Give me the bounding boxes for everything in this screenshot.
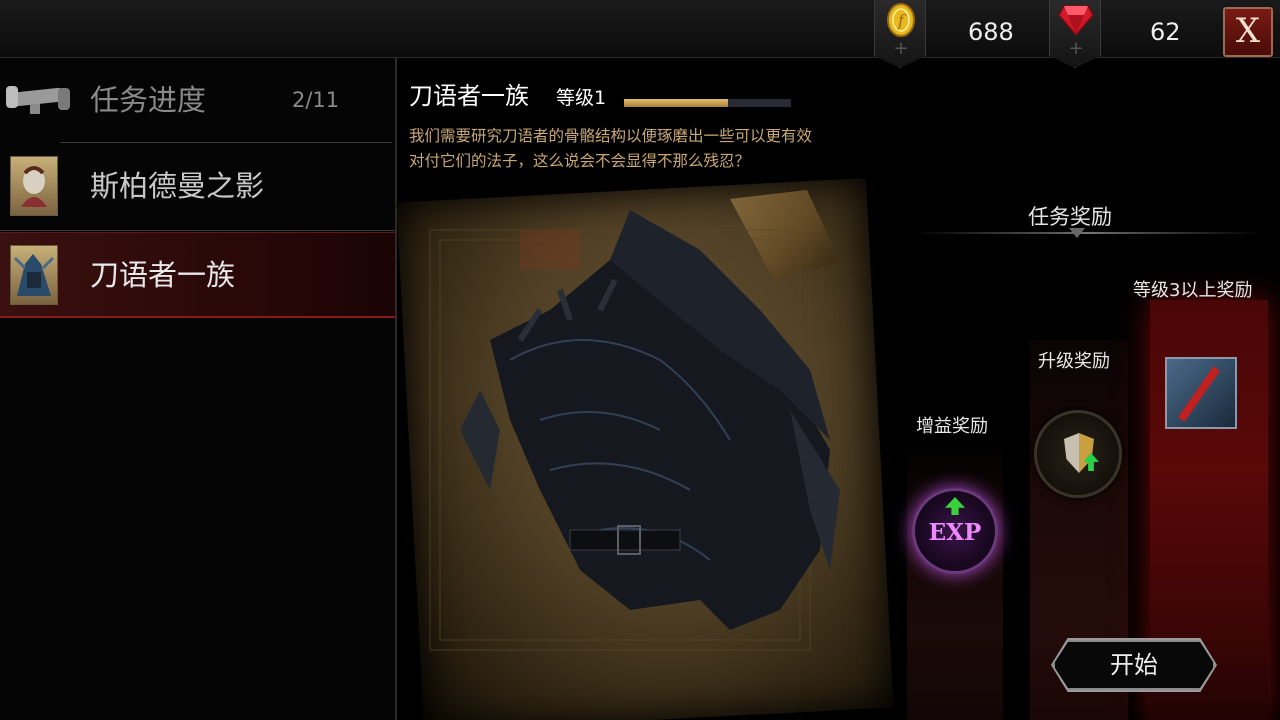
quest-level: 等级1 bbox=[556, 87, 607, 109]
rewards-divider bbox=[915, 232, 1260, 234]
quest-item-bladespeakers[interactable]: 刀语者一族 bbox=[0, 232, 395, 318]
divider bbox=[60, 142, 392, 143]
gems-plus-icon: + bbox=[1068, 38, 1084, 59]
weapon-reward-icon[interactable] bbox=[1165, 357, 1237, 429]
quest-progress-count: 2/11 bbox=[292, 88, 340, 112]
exp-text: EXP bbox=[928, 519, 982, 546]
quest-artwork bbox=[396, 178, 910, 720]
gems-add-button[interactable]: + bbox=[1049, 0, 1101, 68]
level-reward-label: 等级3以上奖励 bbox=[1133, 280, 1253, 301]
blade-icon bbox=[1177, 366, 1221, 422]
gold-plus-icon: + bbox=[893, 38, 909, 59]
scroll-icon bbox=[6, 86, 70, 114]
buff-reward-label: 增益奖励 bbox=[916, 416, 988, 437]
close-button[interactable]: X bbox=[1223, 7, 1273, 57]
shield-upgrade-icon[interactable] bbox=[1034, 410, 1122, 498]
quest-progress-fill bbox=[624, 99, 728, 107]
top-bar: f + 688 + 62 X bbox=[0, 0, 1280, 68]
quest-item-shadow[interactable]: 斯柏德曼之影 bbox=[0, 144, 395, 230]
quest-item-label: 斯柏德曼之影 bbox=[90, 169, 265, 203]
quest-title: 刀语者一族 bbox=[409, 82, 529, 110]
exp-reward-icon[interactable]: EXP bbox=[912, 488, 998, 574]
quest-description: 我们需要研究刀语者的骨骼结构以便琢磨出一些可以更有效对付它们的法子，这么说会不会… bbox=[409, 127, 813, 170]
quest-portrait-icon bbox=[10, 245, 58, 305]
divider bbox=[0, 230, 395, 231]
quest-item-label: 刀语者一族 bbox=[90, 258, 236, 292]
gold-coin-icon: f bbox=[887, 3, 915, 37]
gold-amount: 688 bbox=[968, 18, 1014, 46]
quest-list-panel: 任务进度 2/11 斯柏德曼之影 刀语者一族 bbox=[0, 58, 397, 720]
start-button[interactable]: 开始 bbox=[1053, 640, 1215, 690]
up-arrow-icon bbox=[945, 497, 965, 515]
red-gem-icon bbox=[1058, 5, 1094, 36]
bladespeaker-armor-illustration bbox=[429, 210, 840, 651]
upgrade-reward-label: 升级奖励 bbox=[1038, 351, 1110, 372]
gems-amount: 62 bbox=[1150, 18, 1181, 46]
quest-progress-label: 任务进度 bbox=[90, 83, 207, 117]
gold-add-button[interactable]: f + bbox=[874, 0, 926, 68]
quest-progress-item: 任务进度 2/11 bbox=[0, 58, 395, 144]
quest-progress-bar bbox=[624, 99, 791, 107]
quest-portrait-icon bbox=[10, 156, 58, 216]
rewards-title: 任务奖励 bbox=[1028, 205, 1112, 229]
buff-reward-column bbox=[907, 440, 1003, 720]
